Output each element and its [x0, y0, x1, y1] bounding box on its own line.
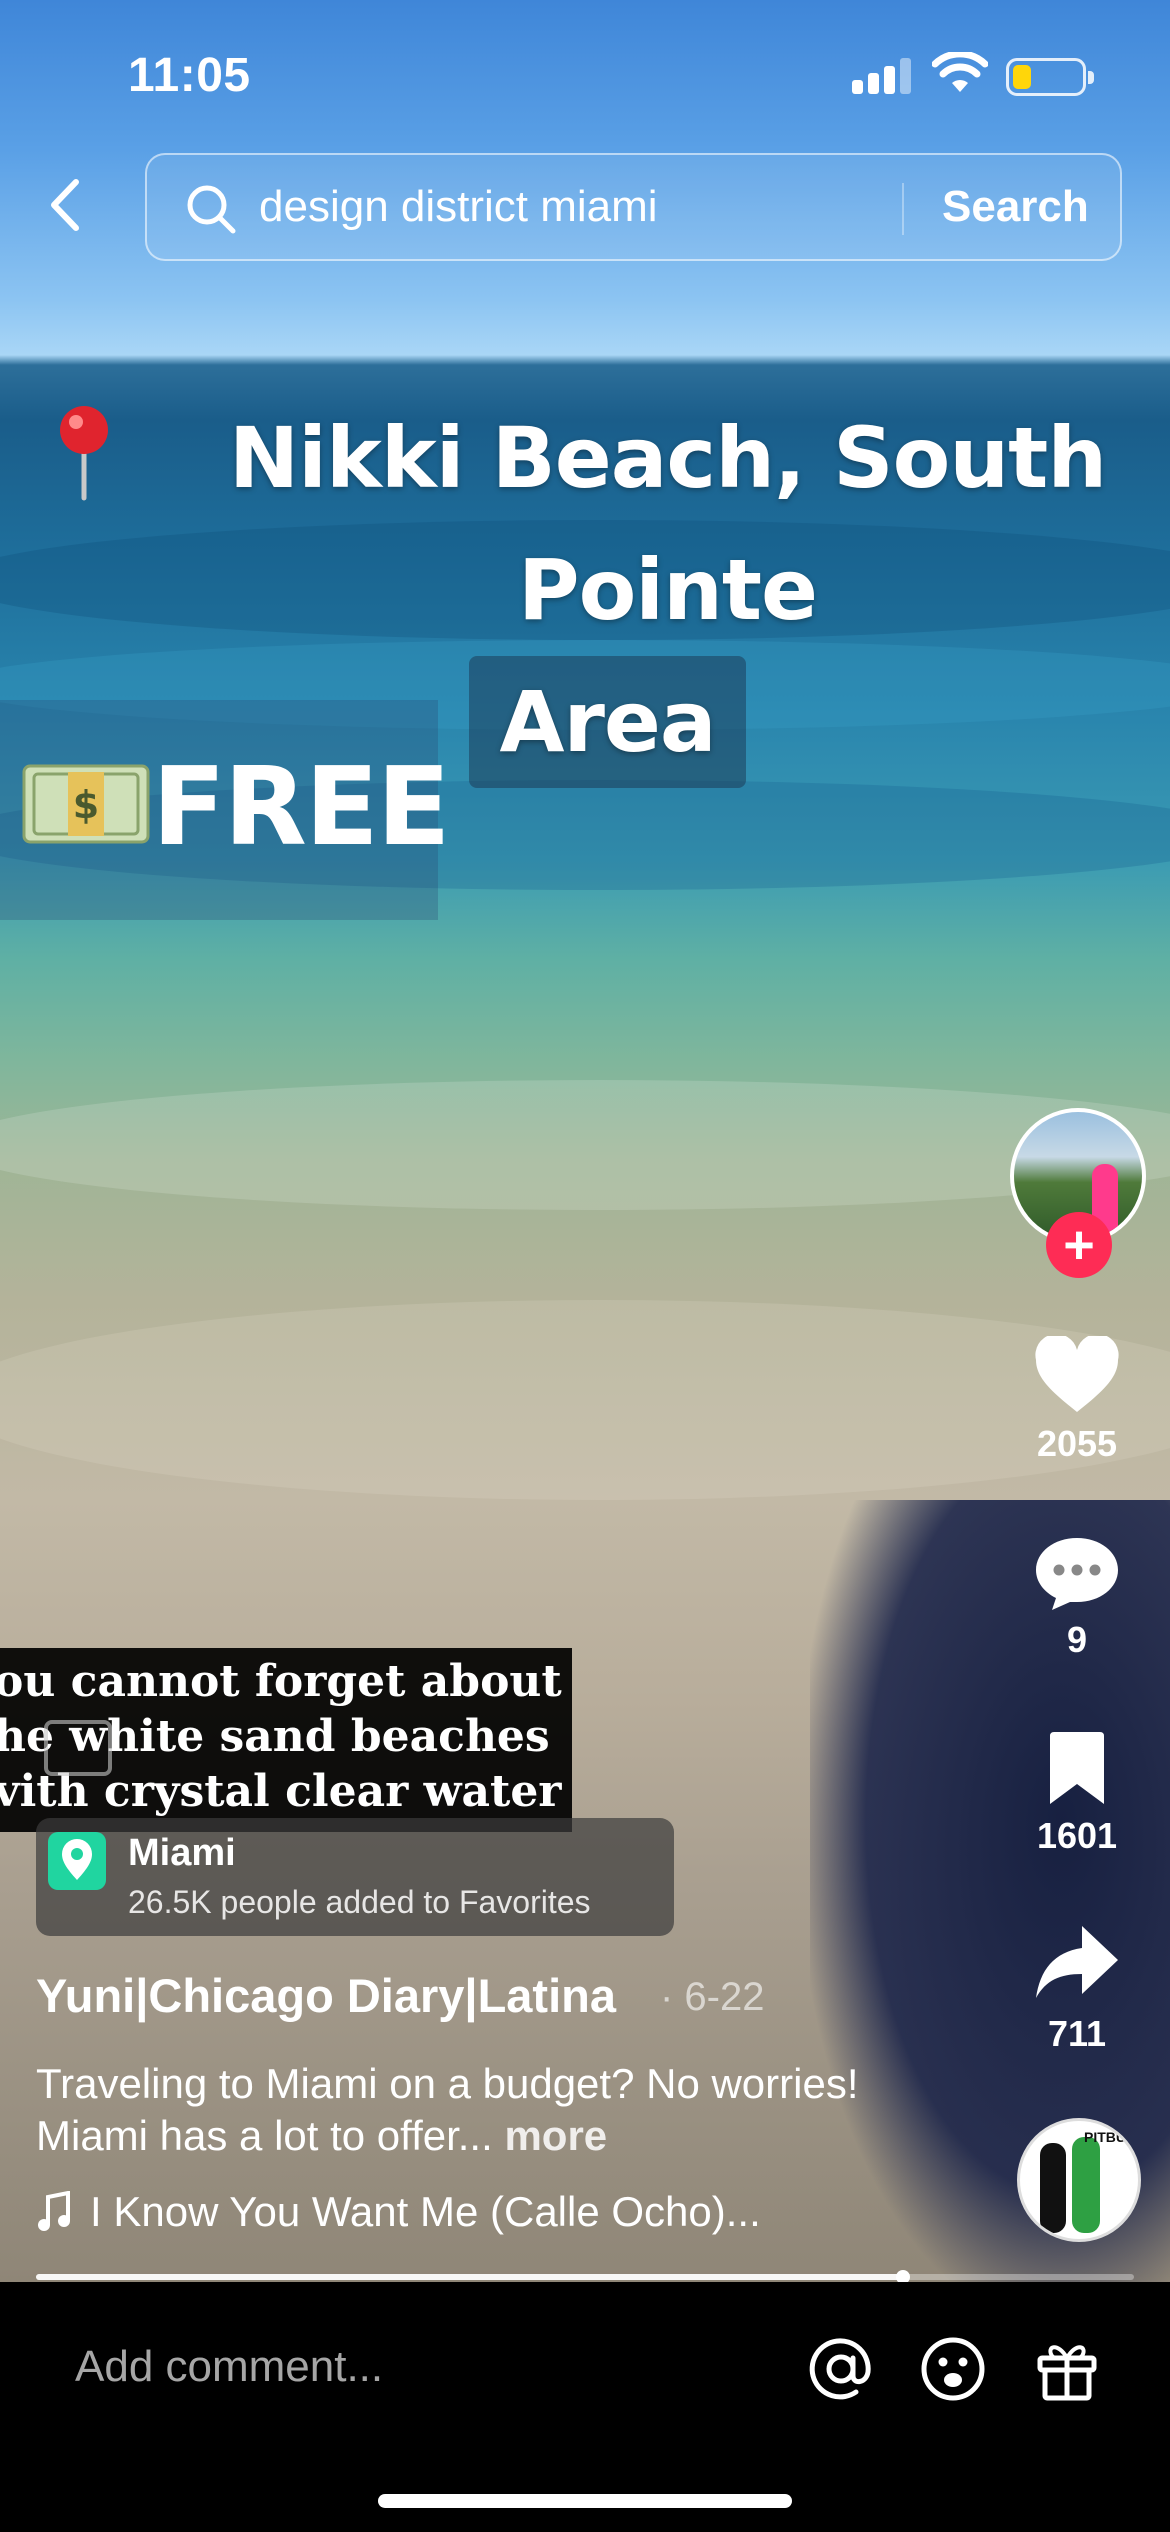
bookmark-icon — [1050, 1732, 1104, 1804]
music-info[interactable]: I Know You Want Me (Calle Ocho)... — [36, 2188, 761, 2236]
gift-icon[interactable] — [1032, 2334, 1102, 2404]
add-comment-input[interactable]: Add comment... — [75, 2342, 383, 2392]
music-note-icon — [38, 2191, 70, 2231]
share-arrow-icon — [1036, 1926, 1118, 1998]
save-button[interactable]: 1601 — [1012, 1728, 1142, 1857]
location-favorites-count: 26.5K people added to Favorites — [128, 1884, 591, 1920]
back-button[interactable] — [40, 170, 90, 240]
search-input[interactable]: design district miami — [259, 182, 658, 232]
search-button[interactable]: Search — [942, 182, 1089, 232]
chevron-left-icon — [51, 179, 79, 231]
author-name[interactable]: Yuni|Chicago Diary|Latina — [36, 1968, 616, 2023]
wave-stripe — [0, 1300, 1170, 1500]
wifi-icon — [932, 52, 988, 92]
like-button[interactable]: 2055 — [1012, 1333, 1142, 1465]
comment-button[interactable]: 9 — [1012, 1532, 1142, 1661]
heart-icon — [1035, 1333, 1119, 1412]
share-count: 711 — [1047, 2013, 1107, 2054]
video-background[interactable] — [0, 0, 1170, 2282]
music-title: I Know You Want Me (Calle Ocho)... — [90, 2188, 761, 2235]
search-bar[interactable]: design district miami Search — [145, 153, 1122, 261]
overlay-title-line2: Area — [469, 656, 746, 788]
post-date: · 6-22 — [660, 1975, 765, 2019]
comment-count: 9 — [1066, 1619, 1088, 1660]
post-caption: Traveling to Miami on a budget? No worri… — [36, 2058, 896, 2162]
share-button[interactable]: 711 — [1012, 1922, 1142, 2055]
status-bar: 11:05 — [0, 0, 1170, 150]
comment-bubble-icon — [1036, 1538, 1118, 1610]
wave-stripe — [0, 1080, 1170, 1210]
dollar-banknote-icon: $ — [22, 764, 150, 844]
video-progress-bar[interactable] — [36, 2270, 1134, 2284]
music-disc[interactable]: PITBU — [1017, 2118, 1141, 2242]
home-indicator — [378, 2494, 792, 2508]
svg-text:$: $ — [73, 783, 99, 827]
location-pin-icon — [48, 1832, 106, 1890]
more-button[interactable]: more — [504, 2112, 607, 2159]
disc-label: PITBU — [1084, 2129, 1126, 2145]
battery-icon — [1006, 58, 1094, 96]
location-chip[interactable]: Miami 26.5K people added to Favorites — [36, 1818, 674, 1936]
comment-bar: Add comment... — [0, 2282, 1170, 2532]
search-icon — [187, 185, 236, 234]
status-time: 11:05 — [128, 49, 251, 102]
cellular-signal-icon — [852, 58, 912, 94]
like-count: 2055 — [1036, 1423, 1118, 1464]
caption-text: Traveling to Miami on a budget? No worri… — [36, 2060, 859, 2159]
emoji-icon[interactable] — [918, 2334, 988, 2404]
follow-button[interactable]: + — [1046, 1212, 1112, 1278]
subtitle-line: ou cannot forget about — [0, 1656, 562, 1707]
overlay-title-line1: Nikki Beach, South Pointe — [228, 409, 1107, 639]
price-label: FREE — [152, 745, 450, 870]
save-count: 1601 — [1036, 1815, 1118, 1856]
closed-captions-icon[interactable] — [44, 1720, 112, 1776]
mention-icon[interactable] — [806, 2334, 876, 2404]
progress-fill — [36, 2274, 904, 2280]
search-divider — [902, 183, 904, 235]
location-name: Miami — [128, 1832, 236, 1874]
